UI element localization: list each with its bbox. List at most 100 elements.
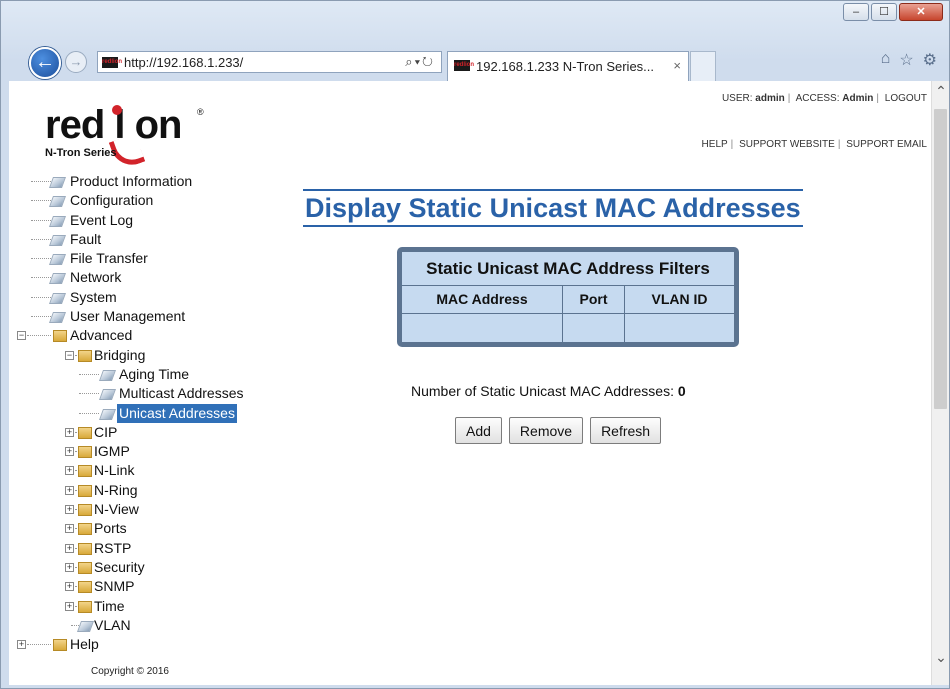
user-label: USER: (721, 93, 753, 104)
expand-icon[interactable]: + (65, 505, 74, 515)
page-icon (49, 310, 65, 323)
nav-item-fault[interactable]: Fault (9, 230, 289, 249)
expand-icon[interactable]: + (65, 447, 74, 457)
nav-item-time[interactable]: + Time (9, 597, 289, 616)
support-email-link[interactable]: SUPPORT EMAIL (846, 139, 927, 150)
nav-item-cip[interactable]: + CIP (9, 423, 289, 442)
nav-item-product-information[interactable]: Product Information (9, 172, 289, 191)
access-label: ACCESS: (795, 93, 840, 104)
expand-icon[interactable]: + (65, 601, 74, 611)
collapse-icon[interactable]: − (65, 350, 74, 360)
nav-item-n-link[interactable]: + N-Link (9, 461, 289, 480)
address-url[interactable]: http://192.168.1.233/ (124, 55, 243, 70)
search-icon[interactable]: ⌕ (405, 54, 414, 69)
browser-toolbar-icons: ⌂ ☆ ⚙ (881, 50, 937, 70)
forward-arrow-icon[interactable]: → (65, 51, 87, 73)
expand-icon[interactable]: + (17, 640, 26, 650)
gear-icon[interactable]: ⚙ (923, 50, 937, 70)
expand-icon[interactable]: + (65, 427, 74, 437)
close-tab-icon[interactable]: × (673, 58, 681, 73)
nav-item-igmp[interactable]: + IGMP (9, 442, 289, 461)
page-icon (99, 368, 115, 381)
nav-item-vlan[interactable]: VLAN (9, 616, 289, 635)
address-bar[interactable]: redlion http://192.168.1.233/ ⌕▾↻ (97, 51, 442, 73)
new-tab-button[interactable] (690, 51, 716, 81)
home-icon[interactable]: ⌂ (881, 50, 891, 70)
window-controls: – ☐ ✕ (843, 3, 943, 21)
expand-icon[interactable]: + (65, 524, 74, 534)
col-port: Port (563, 286, 625, 313)
help-link[interactable]: HELP (702, 139, 728, 150)
table-row (402, 313, 734, 342)
scroll-thumb[interactable] (934, 109, 947, 409)
page-icon (49, 175, 65, 188)
nav-item-snmp[interactable]: + SNMP (9, 577, 289, 596)
back-arrow-icon[interactable]: ← (29, 47, 61, 79)
page-icon (49, 252, 65, 265)
folder-icon (78, 465, 92, 478)
nav-item-unicast-addresses[interactable]: Unicast Addresses (9, 403, 289, 423)
page-icon (49, 233, 65, 246)
nav-item-user-management[interactable]: User Management (9, 307, 289, 326)
expand-icon[interactable]: + (65, 582, 74, 592)
user-value: admin (755, 93, 785, 104)
add-button[interactable]: Add (455, 417, 502, 444)
nav-item-network[interactable]: Network (9, 268, 289, 287)
logout-link[interactable]: LOGOUT (885, 93, 927, 104)
table-title: Static Unicast MAC Address Filters (402, 252, 734, 286)
maximize-button[interactable]: ☐ (871, 3, 897, 21)
nav-item-ports[interactable]: + Ports (9, 519, 289, 538)
nav-item-security[interactable]: + Security (9, 558, 289, 577)
support-website-link[interactable]: SUPPORT WEBSITE (739, 139, 835, 150)
page-icon (49, 291, 65, 304)
browser-tab[interactable]: redlion 192.168.1.233 N-Tron Series... × (447, 51, 689, 81)
nav-item-aging-time[interactable]: Aging Time (9, 365, 289, 384)
collapse-icon[interactable]: − (17, 331, 26, 341)
page-icon (77, 619, 93, 632)
nav-item-rstp[interactable]: + RSTP (9, 539, 289, 558)
nav-item-event-log[interactable]: Event Log (9, 211, 289, 230)
nav-item-bridging[interactable]: − Bridging (9, 346, 289, 365)
table-header-row: MAC Address Port VLAN ID (402, 286, 734, 313)
remove-button[interactable]: Remove (508, 417, 584, 444)
nav-item-file-transfer[interactable]: File Transfer (9, 249, 289, 268)
logo-dot (112, 105, 122, 115)
address-count: Number of Static Unicast MAC Addresses: … (411, 383, 686, 399)
nav-item-configuration[interactable]: Configuration (9, 191, 289, 210)
folder-icon (78, 600, 92, 613)
cell-port (563, 314, 625, 342)
vertical-scrollbar[interactable]: ⌃ ⌄ (931, 81, 949, 685)
folder-icon (78, 581, 92, 594)
mac-filters-table: Static Unicast MAC Address Filters MAC A… (397, 247, 739, 347)
expand-icon[interactable]: + (65, 543, 74, 553)
scroll-down-icon[interactable]: ⌄ (932, 649, 950, 669)
star-icon[interactable]: ☆ (899, 50, 913, 70)
folder-icon (53, 639, 67, 652)
help-bar: HELP | SUPPORT WEBSITE | SUPPORT EMAIL (701, 139, 927, 150)
count-value: 0 (677, 383, 686, 399)
close-window-button[interactable]: ✕ (899, 3, 943, 21)
nav-item-n-view[interactable]: + N-View (9, 500, 289, 519)
dropdown-icon[interactable]: ▾ (415, 54, 422, 69)
nav-item-multicast-addresses[interactable]: Multicast Addresses (9, 384, 289, 403)
expand-icon[interactable]: + (65, 562, 74, 572)
site-favicon: redlion (102, 57, 122, 68)
count-label: Number of Static Unicast MAC Addresses: (411, 383, 674, 399)
scroll-up-icon[interactable]: ⌃ (932, 83, 950, 103)
refresh-button[interactable]: Refresh (590, 417, 662, 444)
nav-item-help[interactable]: + Help (9, 635, 289, 654)
user-bar: USER: admin | ACCESS: Admin | LOGOUT (721, 93, 927, 104)
folder-icon (78, 484, 92, 497)
folder-icon (78, 504, 92, 517)
expand-icon[interactable]: + (65, 466, 74, 476)
expand-icon[interactable]: + (65, 485, 74, 495)
minimize-button[interactable]: – (843, 3, 869, 21)
nav-item-system[interactable]: System (9, 288, 289, 307)
page-icon (49, 271, 65, 284)
tab-title: 192.168.1.233 N-Tron Series... (476, 59, 655, 74)
nav-item-advanced[interactable]: − Advanced (9, 326, 289, 345)
nav-item-n-ring[interactable]: + N-Ring (9, 481, 289, 500)
folder-icon (53, 330, 67, 343)
refresh-icon[interactable]: ↻ (422, 54, 435, 69)
browser-navbar: ← → redlion http://192.168.1.233/ ⌕▾↻ re… (1, 41, 949, 81)
